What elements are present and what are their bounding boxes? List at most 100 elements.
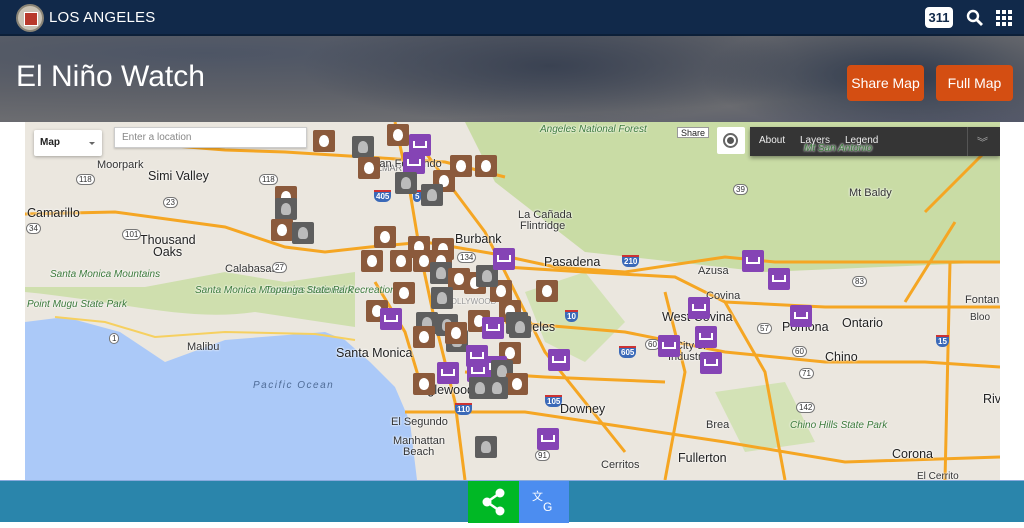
shelter-marker[interactable] [768, 268, 790, 290]
hwy-210: 210 [622, 255, 640, 267]
sandbag-marker[interactable] [475, 155, 497, 177]
sandbag-icon [512, 378, 522, 390]
sandbag-marker[interactable] [390, 250, 412, 272]
lightbulb-icon [401, 177, 411, 189]
lightbulb-marker[interactable] [431, 287, 453, 309]
social-share-button[interactable] [468, 481, 519, 523]
apps-grid-icon[interactable] [996, 10, 1012, 26]
lightbulb-icon [437, 292, 447, 304]
shelter-marker[interactable] [548, 349, 570, 371]
label-el-segundo: El Segundo [391, 416, 448, 428]
bed-icon [470, 352, 484, 359]
shelter-marker[interactable] [380, 308, 402, 330]
label-cerritos: Cerritos [601, 459, 640, 471]
sandbag-icon [396, 255, 406, 267]
label-beach: Beach [403, 446, 435, 458]
lightbulb-marker[interactable] [275, 198, 297, 220]
sandbag-marker[interactable] [445, 322, 467, 344]
search-icon[interactable] [966, 9, 984, 27]
lightbulb-marker[interactable] [475, 436, 497, 458]
label-smm-nra: Santa Monica Mountains National Recreati… [195, 285, 404, 296]
lightbulb-marker[interactable] [292, 222, 314, 244]
map-view[interactable]: Map Enter a location Share About Layers … [25, 122, 1000, 480]
sandbag-marker[interactable] [536, 280, 558, 302]
bed-icon [441, 369, 455, 376]
lightbulb-marker[interactable] [395, 172, 417, 194]
hwy-91: 91 [535, 450, 550, 461]
sandbag-marker[interactable] [361, 250, 383, 272]
label-pasadena: Pasadena [544, 255, 601, 269]
sandbag-icon [481, 160, 491, 172]
hwy-34: 34 [26, 223, 41, 234]
sandbag-marker[interactable] [506, 373, 528, 395]
sandbag-icon [454, 273, 464, 285]
translate-button[interactable]: 文 G [519, 481, 569, 523]
sandbag-icon [380, 231, 390, 243]
shelter-marker[interactable] [790, 305, 812, 327]
shelter-marker[interactable] [493, 248, 515, 270]
lightbulb-icon [475, 382, 485, 394]
label-ontario: Ontario [842, 316, 883, 330]
shelter-marker[interactable] [482, 317, 504, 339]
label-burbank: Burbank [455, 232, 502, 246]
shelter-marker[interactable] [700, 352, 722, 374]
sandbag-marker[interactable] [413, 373, 435, 395]
translate-g-glyph: G [543, 500, 553, 514]
map-type-select[interactable]: Map [34, 130, 102, 156]
share-map-button[interactable]: Share Map [847, 65, 924, 101]
bed-icon [497, 255, 511, 262]
shelter-marker[interactable] [537, 428, 559, 450]
sandbag-marker[interactable] [393, 282, 415, 304]
label-el-cerrito: El Cerrito [917, 471, 959, 480]
sandbag-marker[interactable] [413, 326, 435, 348]
full-map-button[interactable]: Full Map [936, 65, 1013, 101]
map-share-button[interactable]: Share [677, 127, 709, 138]
page-header: El Niño Watch Share Map Full Map [0, 36, 1024, 122]
lightbulb-marker[interactable] [352, 136, 374, 158]
label-camarillo: Camarillo [27, 206, 80, 220]
shelter-marker[interactable] [658, 335, 680, 357]
page-title: El Niño Watch [16, 60, 205, 93]
label-simi-valley: Simi Valley [148, 169, 209, 183]
shelter-marker[interactable] [688, 297, 710, 319]
shelter-marker[interactable] [403, 152, 425, 174]
hwy-10: 10 [565, 310, 578, 322]
shelter-marker[interactable] [695, 326, 717, 348]
bed-icon [699, 333, 713, 340]
label-moorpark: Moorpark [97, 159, 144, 171]
sandbag-marker[interactable] [358, 157, 380, 179]
label-calabasas: Calabasas [225, 263, 277, 275]
lightbulb-marker[interactable] [421, 184, 443, 206]
sandbag-marker[interactable] [313, 130, 335, 152]
label-corona: Corona [892, 447, 933, 461]
sandbag-icon [451, 327, 461, 339]
top-navigation-bar: LOS ANGELES 311 [0, 0, 1024, 36]
shelter-marker[interactable] [437, 362, 459, 384]
label-topanga: Topanga State Park [265, 285, 354, 296]
label-azusa: Azusa [698, 265, 729, 277]
bed-icon [704, 359, 718, 366]
city-name[interactable]: LOS ANGELES [49, 9, 155, 26]
label-angeles-nf: Angeles National Forest [540, 124, 647, 135]
hwy-118: 118 [76, 174, 95, 185]
menu-about[interactable]: About [759, 135, 785, 146]
location-search-input[interactable]: Enter a location [114, 127, 307, 148]
sandbag-marker[interactable] [374, 226, 396, 248]
label-brea: Brea [706, 419, 730, 431]
lightbulb-marker[interactable] [509, 316, 531, 338]
label-smm: Santa Monica Mountains [50, 269, 161, 280]
lightbulb-marker[interactable] [486, 377, 508, 399]
sandbag-icon [456, 160, 466, 172]
lightbulb-icon [281, 203, 291, 215]
shelter-marker[interactable] [742, 250, 764, 272]
sandbag-icon [542, 285, 552, 297]
double-chevron-down-icon[interactable]: ︾ [977, 134, 991, 149]
sandbag-icon [496, 285, 506, 297]
311-button[interactable]: 311 [925, 7, 953, 28]
sandbag-marker[interactable] [271, 219, 293, 241]
city-seal-logo[interactable] [16, 4, 44, 32]
my-location-button[interactable] [717, 127, 745, 154]
sandbag-marker[interactable] [387, 124, 409, 146]
hwy-60b: 60 [792, 346, 807, 357]
bed-icon [552, 356, 566, 363]
